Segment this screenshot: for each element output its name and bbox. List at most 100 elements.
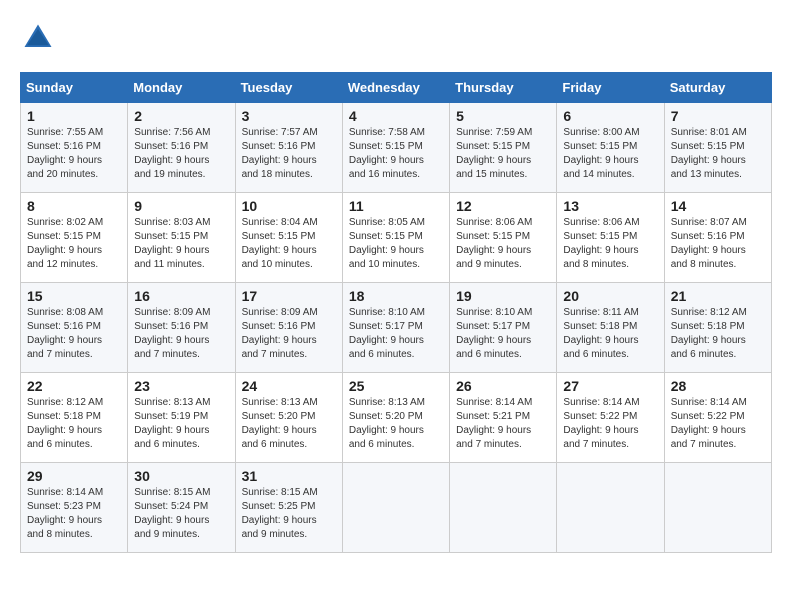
day-info: Sunrise: 8:06 AMSunset: 5:15 PMDaylight:… (456, 216, 550, 272)
day-number: 18 (349, 288, 443, 304)
calendar-cell-day-3: 3 Sunrise: 7:57 AMSunset: 5:16 PMDaylight… (235, 103, 342, 193)
calendar-cell-day-29: 29 Sunrise: 8:14 AMSunset: 5:23 PMDayligh… (21, 463, 128, 553)
day-number: 3 (242, 108, 336, 124)
calendar-cell-day-7: 7 Sunrise: 8:01 AMSunset: 5:15 PMDaylight… (664, 103, 771, 193)
calendar-cell-day-16: 16Sunrise: 8:09 AMSunset: 5:16 PMDayligh… (128, 283, 235, 373)
calendar-cell-day-26: 26Sunrise: 8:14 AMSunset: 5:21 PMDayligh… (450, 373, 557, 463)
weekday-header-row: SundayMondayTuesdayWednesdayThursdayFrid… (21, 73, 772, 103)
day-number: 6 (563, 108, 657, 124)
calendar-cell-day-28: 28Sunrise: 8:14 AMSunset: 5:22 PMDayligh… (664, 373, 771, 463)
day-info: Sunrise: 8:01 AMSunset: 5:15 PMDaylight:… (671, 126, 765, 182)
day-number: 27 (563, 378, 657, 394)
calendar-cell-day-27: 27 Sunrise: 8:14 AMSunset: 5:22 PMDayligh… (557, 373, 664, 463)
day-number: 16 (134, 288, 228, 304)
day-info: Sunrise: 8:15 AMSunset: 5:24 PMDaylight:… (134, 486, 228, 542)
calendar-cell-empty (342, 463, 449, 553)
day-number: 1 (27, 108, 121, 124)
day-number: 2 (134, 108, 228, 124)
day-info: Sunrise: 8:00 AMSunset: 5:15 PMDaylight:… (563, 126, 657, 182)
calendar-week-row: 15 Sunrise: 8:08 AMSunset: 5:16 PMDayligh… (21, 283, 772, 373)
calendar-cell-empty (557, 463, 664, 553)
day-number: 14 (671, 198, 765, 214)
calendar-cell-day-30: 30 Sunrise: 8:15 AMSunset: 5:24 PMDayligh… (128, 463, 235, 553)
day-info: Sunrise: 8:12 AMSunset: 5:18 PMDaylight:… (27, 396, 121, 452)
calendar-cell-day-15: 15 Sunrise: 8:08 AMSunset: 5:16 PMDayligh… (21, 283, 128, 373)
day-number: 5 (456, 108, 550, 124)
day-info: Sunrise: 8:05 AMSunset: 5:15 PMDaylight:… (349, 216, 443, 272)
calendar-week-row: 22 Sunrise: 8:12 AMSunset: 5:18 PMDayligh… (21, 373, 772, 463)
calendar-cell-day-25: 25 Sunrise: 8:13 AMSunset: 5:20 PMDayligh… (342, 373, 449, 463)
day-info: Sunrise: 8:14 AMSunset: 5:22 PMDaylight:… (563, 396, 657, 452)
calendar-cell-empty (450, 463, 557, 553)
day-info: Sunrise: 8:06 AMSunset: 5:15 PMDaylight:… (563, 216, 657, 272)
day-number: 28 (671, 378, 765, 394)
day-info: Sunrise: 8:02 AMSunset: 5:15 PMDaylight:… (27, 216, 121, 272)
calendar-cell-day-19: 19 Sunrise: 8:10 AMSunset: 5:17 PMDayligh… (450, 283, 557, 373)
calendar-cell-day-6: 6 Sunrise: 8:00 AMSunset: 5:15 PMDaylight… (557, 103, 664, 193)
calendar-table: SundayMondayTuesdayWednesdayThursdayFrid… (20, 72, 772, 553)
calendar-cell-day-14: 14 Sunrise: 8:07 AMSunset: 5:16 PMDayligh… (664, 193, 771, 283)
day-info: Sunrise: 7:58 AMSunset: 5:15 PMDaylight:… (349, 126, 443, 182)
calendar-cell-day-12: 12 Sunrise: 8:06 AMSunset: 5:15 PMDayligh… (450, 193, 557, 283)
day-number: 15 (27, 288, 121, 304)
day-info: Sunrise: 8:08 AMSunset: 5:16 PMDaylight:… (27, 306, 121, 362)
calendar-cell-day-13: 13 Sunrise: 8:06 AMSunset: 5:15 PMDayligh… (557, 193, 664, 283)
day-number: 25 (349, 378, 443, 394)
day-number: 23 (134, 378, 228, 394)
day-number: 13 (563, 198, 657, 214)
calendar-cell-day-10: 10Sunrise: 8:04 AMSunset: 5:15 PMDayligh… (235, 193, 342, 283)
day-info: Sunrise: 8:10 AMSunset: 5:17 PMDaylight:… (456, 306, 550, 362)
day-number: 22 (27, 378, 121, 394)
calendar-cell-day-24: 24 Sunrise: 8:13 AMSunset: 5:20 PMDayligh… (235, 373, 342, 463)
day-info: Sunrise: 7:55 AMSunset: 5:16 PMDaylight:… (27, 126, 121, 182)
calendar-cell-day-9: 9 Sunrise: 8:03 AMSunset: 5:15 PMDaylight… (128, 193, 235, 283)
day-number: 29 (27, 468, 121, 484)
day-number: 24 (242, 378, 336, 394)
day-info: Sunrise: 7:59 AMSunset: 5:15 PMDaylight:… (456, 126, 550, 182)
weekday-header-wednesday: Wednesday (342, 73, 449, 103)
day-number: 4 (349, 108, 443, 124)
calendar-cell-day-2: 2 Sunrise: 7:56 AMSunset: 5:16 PMDaylight… (128, 103, 235, 193)
day-info: Sunrise: 8:13 AMSunset: 5:20 PMDaylight:… (349, 396, 443, 452)
day-info: Sunrise: 8:13 AMSunset: 5:19 PMDaylight:… (134, 396, 228, 452)
calendar-cell-day-1: 1 Sunrise: 7:55 AMSunset: 5:16 PMDaylight… (21, 103, 128, 193)
weekday-header-thursday: Thursday (450, 73, 557, 103)
calendar-cell-day-8: 8 Sunrise: 8:02 AMSunset: 5:15 PMDaylight… (21, 193, 128, 283)
calendar-cell-day-17: 17 Sunrise: 8:09 AMSunset: 5:16 PMDayligh… (235, 283, 342, 373)
day-number: 9 (134, 198, 228, 214)
day-info: Sunrise: 8:13 AMSunset: 5:20 PMDaylight:… (242, 396, 336, 452)
day-number: 26 (456, 378, 550, 394)
day-number: 31 (242, 468, 336, 484)
weekday-header-tuesday: Tuesday (235, 73, 342, 103)
day-number: 17 (242, 288, 336, 304)
day-number: 20 (563, 288, 657, 304)
day-info: Sunrise: 8:09 AMSunset: 5:16 PMDaylight:… (242, 306, 336, 362)
day-number: 19 (456, 288, 550, 304)
calendar-cell-day-20: 20Sunrise: 8:11 AMSunset: 5:18 PMDayligh… (557, 283, 664, 373)
calendar-cell-empty (664, 463, 771, 553)
day-info: Sunrise: 8:10 AMSunset: 5:17 PMDaylight:… (349, 306, 443, 362)
day-info: Sunrise: 8:12 AMSunset: 5:18 PMDaylight:… (671, 306, 765, 362)
day-number: 12 (456, 198, 550, 214)
calendar-cell-day-21: 21 Sunrise: 8:12 AMSunset: 5:18 PMDayligh… (664, 283, 771, 373)
day-info: Sunrise: 8:07 AMSunset: 5:16 PMDaylight:… (671, 216, 765, 272)
day-info: Sunrise: 8:03 AMSunset: 5:15 PMDaylight:… (134, 216, 228, 272)
day-number: 21 (671, 288, 765, 304)
day-info: Sunrise: 7:57 AMSunset: 5:16 PMDaylight:… (242, 126, 336, 182)
calendar-cell-day-4: 4 Sunrise: 7:58 AMSunset: 5:15 PMDaylight… (342, 103, 449, 193)
calendar-cell-day-22: 22 Sunrise: 8:12 AMSunset: 5:18 PMDayligh… (21, 373, 128, 463)
day-number: 30 (134, 468, 228, 484)
calendar-week-row: 1 Sunrise: 7:55 AMSunset: 5:16 PMDaylight… (21, 103, 772, 193)
day-info: Sunrise: 8:15 AMSunset: 5:25 PMDaylight:… (242, 486, 336, 542)
day-number: 8 (27, 198, 121, 214)
calendar-cell-day-23: 23 Sunrise: 8:13 AMSunset: 5:19 PMDayligh… (128, 373, 235, 463)
page-header (20, 20, 772, 56)
day-number: 7 (671, 108, 765, 124)
day-number: 11 (349, 198, 443, 214)
calendar-week-row: 8 Sunrise: 8:02 AMSunset: 5:15 PMDaylight… (21, 193, 772, 283)
calendar-cell-day-11: 11 Sunrise: 8:05 AMSunset: 5:15 PMDayligh… (342, 193, 449, 283)
day-info: Sunrise: 8:14 AMSunset: 5:23 PMDaylight:… (27, 486, 121, 542)
weekday-header-friday: Friday (557, 73, 664, 103)
day-info: Sunrise: 8:04 AMSunset: 5:15 PMDaylight:… (242, 216, 336, 272)
day-info: Sunrise: 7:56 AMSunset: 5:16 PMDaylight:… (134, 126, 228, 182)
